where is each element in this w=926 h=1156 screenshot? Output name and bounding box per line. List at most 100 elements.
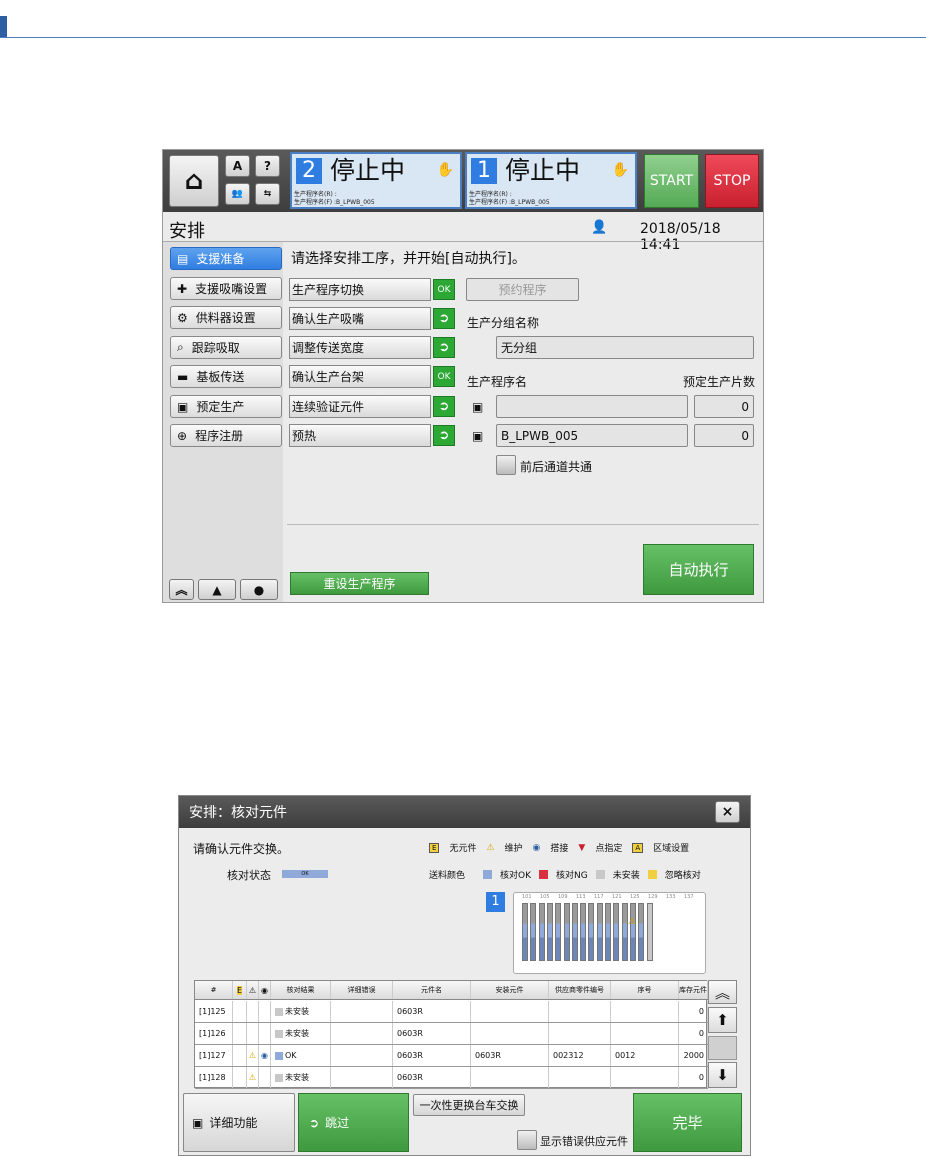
reset-program-button[interactable]: 重设生产程序 [290,572,429,595]
feeder-slot[interactable] [530,903,537,961]
home-button[interactable]: ⌂ [169,155,219,207]
feeder-slot[interactable] [580,903,587,961]
operator-icon: 👤 [591,220,608,235]
common-lane-label: 前后通道共通 [520,460,593,474]
step-verify-components[interactable]: 连续验证元件 [289,395,431,418]
arrangement-screen: ⌂ A ? 👥 ⇆ 2 停止中 ✋ 生产程序名(R) : 生产程序名(F) :B… [162,149,764,603]
sidebar-item-feeder-setup[interactable]: ⚙ 供料器设置 [170,306,282,329]
step-preheat[interactable]: 预热 [289,424,431,447]
network-button[interactable]: ⇆ [255,183,280,205]
feeder-slot[interactable] [522,903,528,961]
step-adjust-width[interactable]: 调整传送宽度 [289,336,431,359]
column-header[interactable]: 序号 [611,981,679,999]
lane1-status-panel[interactable]: 1 停止中 ✋ 生产程序名(R) : 生产程序名(F) :B_LPWB_005 [465,152,637,209]
cell-warn [247,1023,259,1044]
auto-execute-button[interactable]: 自动执行 [643,544,754,595]
help-button[interactable]: ? [255,155,280,177]
group-field[interactable]: 无分组 [496,336,754,359]
sidebar-item-support-prep[interactable]: ▤ 支援准备 [170,247,282,270]
legend-markers: E 无元件 ⚠ 维护 ◉ 搭接 ▼ 点指定 A 区域设置 [429,841,689,854]
feeder-slot[interactable] [555,903,562,961]
column-header[interactable]: 元件名 [393,981,471,999]
feeder-slot[interactable] [588,903,595,961]
column-header[interactable]: 供应商零件编号 [549,981,611,999]
rear-program-name: 生产程序名(R) : [469,191,512,198]
checklist-icon: ▤ [177,251,189,266]
count-label: 预定生产片数 [683,375,756,389]
feeder-slot[interactable] [596,903,603,961]
feeder-slot[interactable] [613,903,620,961]
scroll-up-button[interactable]: ⬆ [708,1007,737,1033]
slot-label: 121 [612,894,622,900]
cart-exchange-button[interactable]: 一次性更换台车交换 [413,1094,525,1116]
component-table: # E ⚠ ◉ 核对结果 详细错误 元件名 安装元件 供应商零件编号 序号 库存元件 [1]125 未… [194,980,708,1089]
reserve-program-button[interactable]: 预约程序 [466,278,579,301]
sidebar-item-program-register[interactable]: ⊕ 程序注册 [170,424,282,447]
empty-cell [233,1067,247,1088]
table-row[interactable]: [1]126 未安装 0603R 0 [195,1023,708,1045]
no-component-icon: E [429,842,440,853]
scroll-top-button[interactable]: ︽ [708,980,737,1004]
rear-program-field[interactable] [496,395,688,418]
step-program-switch[interactable]: 生产程序切换 [289,278,431,301]
done-button[interactable]: 完毕 [633,1093,742,1152]
rear-count-field[interactable]: 0 [694,395,754,418]
step-label: 确认生产吸嘴 [292,312,365,326]
step-confirm-rack[interactable]: 确认生产台架 [289,365,431,388]
warning-button[interactable]: ▲ [198,579,236,600]
column-header[interactable]: 安装元件 [471,981,549,999]
scroll-down-button[interactable]: ⬇ [708,1062,737,1088]
users-icon: 👥 [231,189,244,199]
scroll-top-button[interactable]: ︽ [169,579,194,600]
feeder-slot[interactable] [571,903,578,961]
show-error-label: 显示错误供应元件 [540,1135,628,1148]
table-row[interactable]: [1]128 ⚠ 未安装 0603R 0 [195,1067,708,1089]
sidebar-item-board-transfer[interactable]: ▬ 基板传送 [170,365,282,388]
start-button[interactable]: START [644,154,699,208]
empty-cell [331,1067,393,1088]
cell-vendor: 002312 [549,1045,611,1066]
feeder-slot[interactable] [538,903,545,961]
info-button[interactable]: ● [240,579,278,600]
operator-button[interactable]: 👥 [225,183,250,205]
sidebar-item-scheduled-production[interactable]: ▣ 预定生产 [170,395,282,418]
feeder-slot[interactable] [629,903,636,961]
empty-cell [331,1023,393,1044]
language-button[interactable]: A [225,155,250,177]
detail-functions-button[interactable]: ▣ 详细功能 [183,1093,295,1152]
sidebar-item-pickup-tracking[interactable]: ⌕ 跟踪吸取 [170,336,282,359]
show-error-checkbox[interactable] [517,1130,537,1150]
close-button[interactable]: × [715,801,740,823]
cell-id: [1]128 [195,1067,233,1088]
stop-button[interactable]: STOP [705,154,759,208]
feeder-slot[interactable] [621,903,628,961]
common-lane-checkbox[interactable] [496,455,516,475]
front-count-field[interactable]: 0 [694,424,754,447]
feeder-slot[interactable] [638,903,645,961]
feeder-slot[interactable] [546,903,553,961]
front-program-field[interactable]: B_LPWB_005 [496,424,688,447]
step-label: 预热 [292,429,317,443]
feeder-slot[interactable] [605,903,611,961]
feeder-slot[interactable] [563,903,570,961]
feeder-slot[interactable] [646,903,653,961]
lane2-status-panel[interactable]: 2 停止中 ✋ 生产程序名(R) : 生产程序名(F) :B_LPWB_005 [290,152,462,209]
feeder-map[interactable]: 101 105 109 113 117 121 125 129 133 137 ⚠ [513,892,706,974]
column-header[interactable]: # [195,981,233,999]
column-header[interactable]: 核对结果 [271,981,331,999]
sidebar-item-nozzle-setup[interactable]: ✚ 支援吸嘴设置 [170,277,282,300]
column-header[interactable]: 详细错误 [331,981,393,999]
table-row[interactable]: [1]127 ⚠ ◉ OK 0603R 0603R 002312 0012 2000 [195,1045,708,1067]
sidebar-item-label: 基板传送 [196,370,245,384]
column-header[interactable]: 库存元件 [679,981,708,999]
skip-button[interactable]: ➲ 跳过 [298,1093,409,1152]
cell-link [259,1067,271,1088]
column-header[interactable]: ⚠ [247,981,259,999]
column-header[interactable]: ◉ [259,981,271,999]
step-confirm-nozzle[interactable]: 确认生产吸嘴 [289,307,431,330]
cell-stock: 0 [679,1023,708,1044]
scrollbar-thumb[interactable] [708,1036,737,1060]
table-row[interactable]: [1]125 未安装 0603R 0 [195,1001,708,1023]
column-header[interactable]: E [233,981,247,999]
verify-components-dialog: 安排：核对元件 × 请确认元件交换。 E 无元件 ⚠ 维护 ◉ 搭接 ▼ 点指定 A 区域… [178,795,751,1156]
